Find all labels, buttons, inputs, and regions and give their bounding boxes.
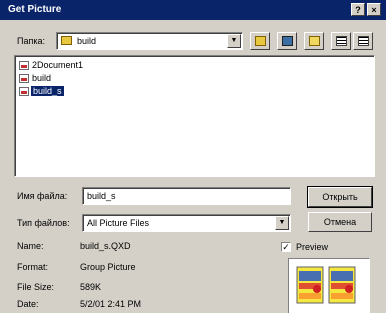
- file-icon: [19, 61, 29, 70]
- info-size-label: File Size:: [17, 282, 55, 292]
- file-list[interactable]: 2Document1 build build_s: [14, 55, 375, 177]
- info-date-value: 5/2/01 2:41 PM: [80, 299, 142, 309]
- folder-icon: [61, 36, 72, 45]
- file-name: 2Document1: [32, 60, 84, 70]
- help-button[interactable]: ?: [351, 3, 365, 16]
- preview-pane: [288, 258, 370, 313]
- new-folder-button[interactable]: [304, 32, 324, 50]
- lookin-combo[interactable]: build ▼: [56, 32, 243, 50]
- list-view-icon: [336, 36, 347, 46]
- title-bar: Get Picture ? ×: [0, 0, 386, 20]
- up-folder-icon: [255, 36, 266, 46]
- details-view-icon: [358, 36, 369, 46]
- chevron-down-icon[interactable]: ▼: [275, 216, 289, 230]
- desktop-icon: [282, 36, 293, 46]
- info-size-value: 589K: [80, 282, 102, 292]
- info-format-label: Format:: [17, 262, 49, 272]
- info-format-value: Group Picture: [80, 262, 136, 272]
- filetype-value: All Picture Files: [87, 218, 150, 228]
- details-view-button[interactable]: [353, 32, 373, 50]
- file-icon: [19, 74, 29, 83]
- desktop-button[interactable]: [277, 32, 297, 50]
- filename-field[interactable]: build_s: [82, 187, 291, 205]
- info-date-label: Date:: [17, 299, 39, 309]
- filename-label: Имя файла:: [17, 191, 68, 201]
- preview-thumbnail-icon: [296, 266, 356, 304]
- filetype-combo[interactable]: All Picture Files ▼: [82, 214, 291, 232]
- new-folder-icon: [309, 36, 320, 46]
- up-folder-button[interactable]: [250, 32, 270, 50]
- filetype-label: Тип файлов:: [17, 218, 70, 228]
- file-icon: [19, 87, 29, 96]
- file-name: build_s: [30, 85, 65, 97]
- close-button[interactable]: ×: [367, 3, 381, 16]
- preview-checkbox[interactable]: ✓: [281, 242, 291, 252]
- window-title: Get Picture: [8, 4, 62, 15]
- filename-value: build_s: [87, 191, 116, 201]
- lookin-value: build: [77, 36, 97, 46]
- info-name-label: Name:: [17, 241, 44, 251]
- lookin-label: Папка:: [17, 36, 45, 46]
- file-name: build: [32, 73, 52, 83]
- list-view-button[interactable]: [331, 32, 351, 50]
- open-button[interactable]: Открыть: [307, 186, 373, 208]
- chevron-down-icon[interactable]: ▼: [227, 34, 241, 48]
- info-name-value: build_s.QXD: [80, 241, 131, 251]
- cancel-button[interactable]: Отмена: [308, 212, 372, 232]
- preview-label: Preview: [296, 242, 329, 252]
